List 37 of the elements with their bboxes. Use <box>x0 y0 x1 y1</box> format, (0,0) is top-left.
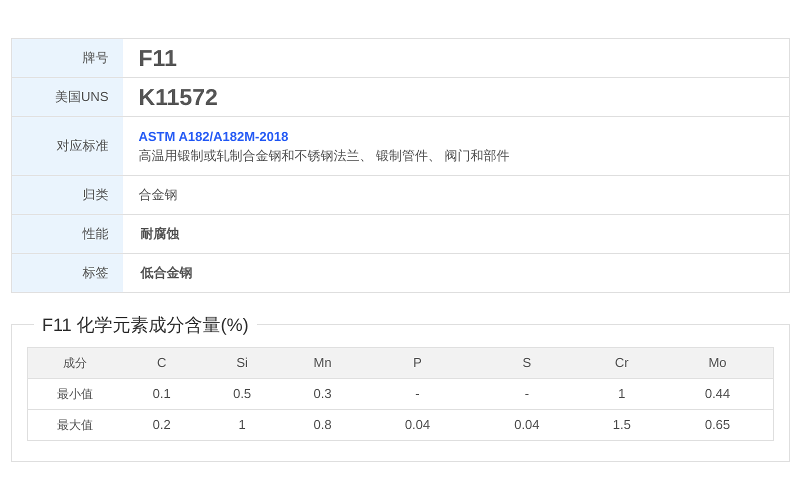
tag-link[interactable]: 耐腐蚀 <box>138 226 180 242</box>
table-cell: 0.8 <box>282 410 363 440</box>
table-cell: 0.04 <box>362 410 472 440</box>
field-label: 美国UNS <box>12 78 122 116</box>
table-cell: - <box>362 378 472 410</box>
table-cell: 0.65 <box>662 410 774 440</box>
table-cell: 1 <box>582 378 662 410</box>
field-value: K11572 <box>138 84 218 110</box>
column-header: Si <box>202 348 282 378</box>
field-label: 标签 <box>12 254 122 292</box>
column-header: Mn <box>282 348 363 378</box>
table-cell: - <box>472 378 582 410</box>
field-label: 归类 <box>12 176 122 214</box>
table-cell: 0.04 <box>472 410 582 440</box>
table-cell: 0.1 <box>122 378 202 410</box>
table-cell: 0.44 <box>662 378 774 410</box>
field-value: 合金钢 <box>138 187 178 202</box>
table-cell: 1 <box>202 410 282 440</box>
column-header: 成分 <box>28 348 122 378</box>
row-header: 最大值 <box>28 410 122 440</box>
column-header: Mo <box>662 348 774 378</box>
table-cell: 1.5 <box>582 410 662 440</box>
row-header: 最小值 <box>28 378 122 410</box>
column-header: P <box>362 348 472 378</box>
field-label: 牌号 <box>12 38 122 78</box>
standard-link[interactable]: ASTM A182/A182M-2018 <box>138 128 288 144</box>
column-header: Cr <box>582 348 662 378</box>
table-cell: 0.3 <box>282 378 363 410</box>
table-cell: 0.5 <box>202 378 282 410</box>
tag-link[interactable]: 低合金钢 <box>138 265 192 280</box>
field-value: F11 <box>138 44 177 71</box>
table-cell: 0.2 <box>122 410 202 440</box>
field-label: 对应标准 <box>12 116 122 176</box>
field-label: 性能 <box>12 214 122 254</box>
column-header: C <box>122 348 202 378</box>
column-header: S <box>472 348 582 378</box>
standard-description: 高温用锻制或轧制合金钢和不锈钢法兰、 锻制管件、 阀门和部件 <box>138 148 510 163</box>
